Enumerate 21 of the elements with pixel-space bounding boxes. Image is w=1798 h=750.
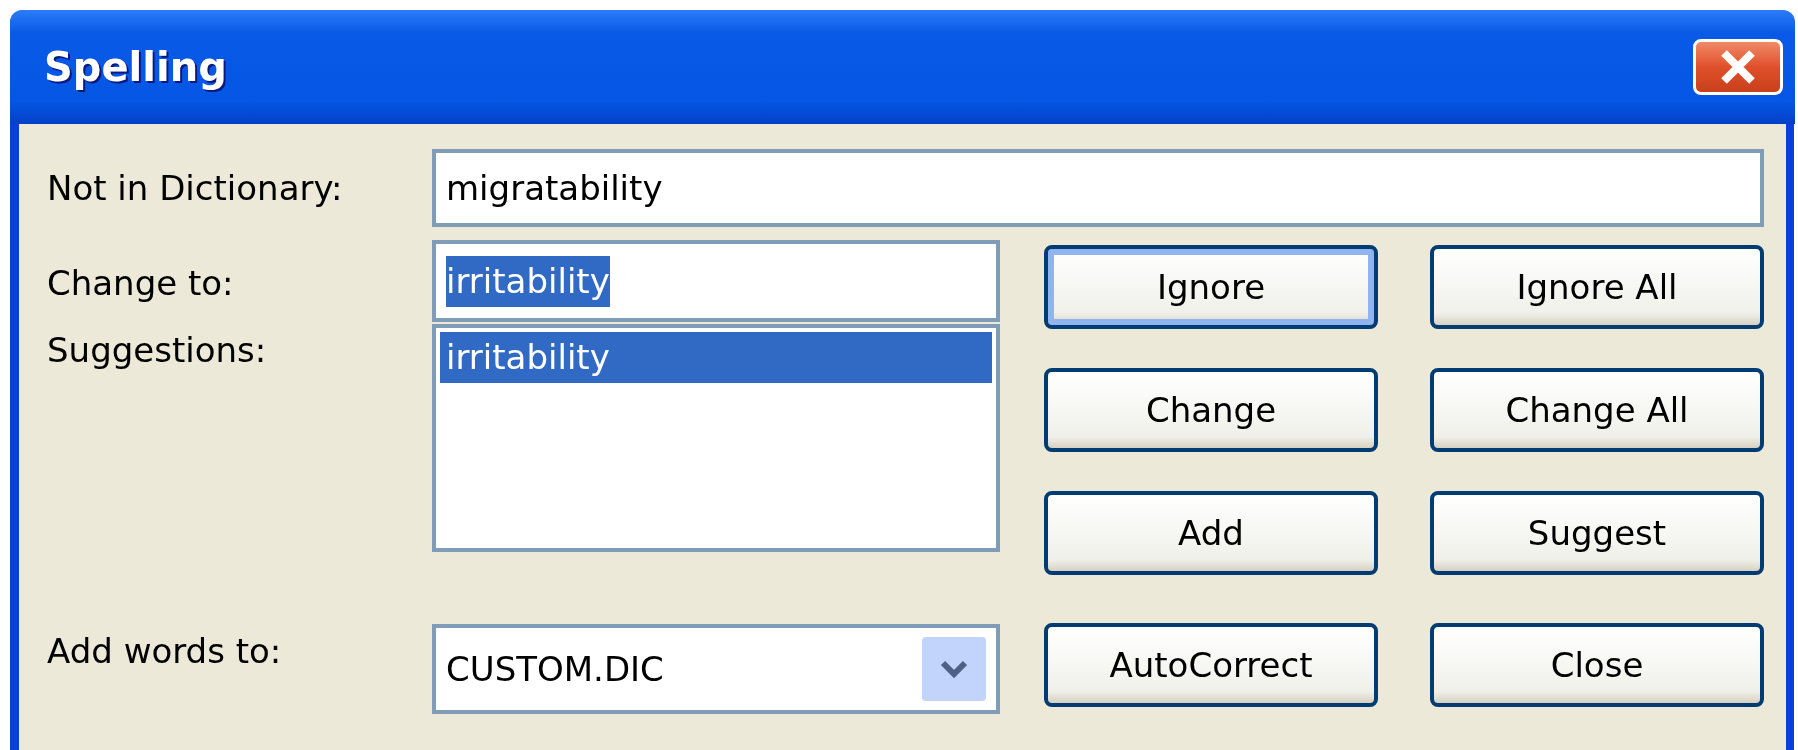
- text-field[interactable]: migratability: [432, 149, 1764, 227]
- field-label: Change to:: [47, 262, 235, 305]
- field-label: Add words to:: [47, 630, 283, 673]
- list-box[interactable]: irritability: [432, 324, 1000, 552]
- window-title: Spelling: [44, 43, 227, 92]
- dialog-button[interactable]: AutoCorrect: [1044, 623, 1378, 707]
- field-label: Suggestions:: [47, 329, 268, 372]
- dropdown-button[interactable]: [922, 637, 986, 701]
- text-field[interactable]: irritability: [432, 240, 1000, 322]
- field-label: Not in Dictionary:: [47, 166, 344, 210]
- dialog-button[interactable]: Ignore All: [1430, 245, 1764, 329]
- dialog-button[interactable]: Change: [1044, 368, 1378, 452]
- dialog-button[interactable]: Add: [1044, 491, 1378, 575]
- list-item[interactable]: irritability: [440, 332, 992, 383]
- close-button[interactable]: [1693, 39, 1783, 95]
- dropdown-field[interactable]: CUSTOM.DIC: [432, 624, 1000, 714]
- dialog-button[interactable]: Change All: [1430, 368, 1764, 452]
- dialog-button[interactable]: Ignore: [1044, 245, 1378, 329]
- chevron-down-icon: [940, 659, 968, 679]
- dialog-button[interactable]: Suggest: [1430, 491, 1764, 575]
- dialog-button[interactable]: Close: [1430, 623, 1764, 707]
